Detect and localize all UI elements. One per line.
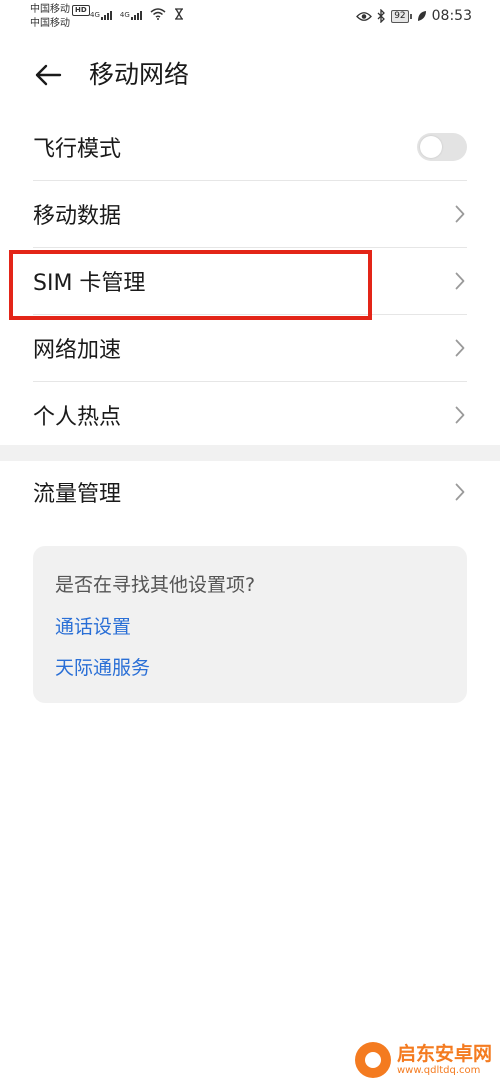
signal-sim1-icon: 4G (90, 11, 112, 20)
sim1-network-type: 4G (90, 11, 100, 19)
watermark-name: 启东安卓网 (396, 1043, 492, 1065)
mobile-data-row[interactable]: 移动数据 (33, 181, 467, 248)
chevron-right-icon (455, 483, 465, 501)
settings-list-2: 流量管理 (0, 459, 500, 525)
hd-badge: HD (72, 4, 90, 16)
back-arrow-icon (35, 64, 62, 86)
personal-hotspot-row[interactable]: 个人热点 (33, 382, 467, 448)
highlight-annotation-box (9, 250, 372, 320)
mobile-data-label: 移动数据 (33, 204, 122, 229)
suggestion-title: 是否在寻找其他设置项? (55, 574, 256, 596)
clock: 08:53 (431, 8, 472, 24)
wifi-icon (150, 8, 166, 20)
airplane-mode-toggle[interactable] (417, 133, 467, 161)
airplane-mode-label: 飞行模式 (33, 137, 122, 162)
chevron-right-icon (455, 406, 465, 424)
airplane-mode-row[interactable]: 飞行模式 (33, 114, 467, 181)
back-button[interactable] (32, 60, 64, 90)
leaf-icon (417, 11, 426, 21)
watermark: 启东安卓网 www.qdltdq.com (354, 1042, 492, 1078)
personal-hotspot-label: 个人热点 (33, 405, 122, 430)
signal-sim2-icon: 4G (120, 11, 142, 20)
sim2-network-type: 4G (119, 11, 130, 19)
status-bar: 中国移动 HD 中国移动 4G 4G 92 08:53 (0, 0, 500, 34)
chevron-right-icon (455, 272, 465, 290)
app-header: 移动网络 (0, 48, 500, 102)
toggle-knob (420, 136, 442, 158)
carrier-1-label: 中国移动 (30, 4, 70, 15)
network-acceleration-label: 网络加速 (33, 338, 122, 363)
status-right: 92 08:53 (356, 8, 472, 24)
chevron-right-icon (455, 205, 465, 223)
data-usage-row[interactable]: 流量管理 (33, 459, 467, 525)
watermark-url: www.qdltdq.com (396, 1065, 481, 1076)
chevron-right-icon (455, 339, 465, 357)
watermark-logo-icon (354, 1042, 391, 1078)
skytone-service-link[interactable]: 天际通服务 (55, 653, 150, 680)
battery-level: 92 (391, 9, 409, 23)
call-settings-link[interactable]: 通话设置 (55, 612, 131, 639)
carrier-info: 中国移动 HD 中国移动 (30, 3, 90, 31)
carrier-2-label: 中国移动 (30, 18, 70, 29)
suggestion-card: 是否在寻找其他设置项? 通话设置 天际通服务 (33, 546, 467, 703)
page-title: 移动网络 (89, 60, 190, 89)
hourglass-icon (174, 8, 183, 20)
battery-icon: 92 (391, 9, 412, 23)
network-acceleration-row[interactable]: 网络加速 (33, 315, 467, 382)
eye-icon (356, 11, 373, 21)
bluetooth-icon (377, 9, 386, 23)
signal-indicators: 4G 4G (90, 8, 184, 20)
data-usage-label: 流量管理 (33, 482, 122, 507)
